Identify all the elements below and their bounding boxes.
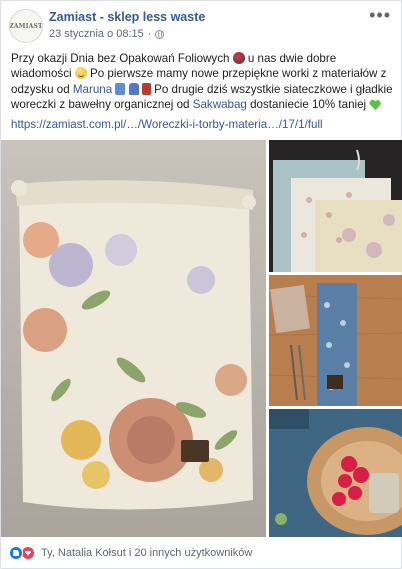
green-heart-emoji-icon <box>369 99 382 111</box>
photo-floral-bag[interactable] <box>1 140 266 537</box>
post-link[interactable]: https://zamiast.com.pl/…/Woreczki-i-torb… <box>11 118 323 131</box>
tag-sakwabag[interactable]: Sakwabag <box>193 98 247 111</box>
globe-icon[interactable] <box>155 29 165 39</box>
love-reaction-icon <box>21 546 35 560</box>
post-meta: 23 stycznia o 08:15 · <box>49 28 165 40</box>
photo-radishes[interactable] <box>269 409 402 537</box>
dress-emoji-icon <box>128 82 139 95</box>
tag-maruna[interactable]: Maruna <box>73 83 112 96</box>
post-text-part: Przy okazji Dnia bez Opakowań Foliowych <box>11 52 233 65</box>
reactions-bar[interactable]: Ty, Natalia Kołsut i 20 innych użytkowni… <box>9 546 252 560</box>
post-message: Przy okazji Dnia bez Opakowań Foliowych … <box>11 51 395 113</box>
photo-stacked-bags[interactable] <box>269 140 402 272</box>
post-card: ZAMIAST Zamiast - sklep less waste 23 st… <box>0 0 402 569</box>
author-name[interactable]: Zamiast - sklep less waste <box>49 10 205 24</box>
smile-emoji-icon <box>74 67 87 80</box>
post-text-part: dostaniecie 10% taniej <box>246 98 370 112</box>
more-options-icon[interactable]: ••• <box>369 6 391 24</box>
reactions-summary[interactable]: Ty, Natalia Kołsut i 20 innych użytkowni… <box>41 547 252 559</box>
avatar-logo: ZAMIAST <box>9 22 43 30</box>
meta-separator: · <box>147 28 152 40</box>
sock-emoji-icon <box>141 82 151 95</box>
photo-long-bag[interactable] <box>269 275 402 406</box>
post-date[interactable]: 23 stycznia o 08:15 <box>49 28 144 40</box>
like-reaction-icon <box>9 546 23 560</box>
page-avatar[interactable]: ZAMIAST <box>9 9 43 43</box>
tomato-emoji-icon <box>232 52 245 64</box>
shirt-emoji-icon <box>115 82 126 95</box>
